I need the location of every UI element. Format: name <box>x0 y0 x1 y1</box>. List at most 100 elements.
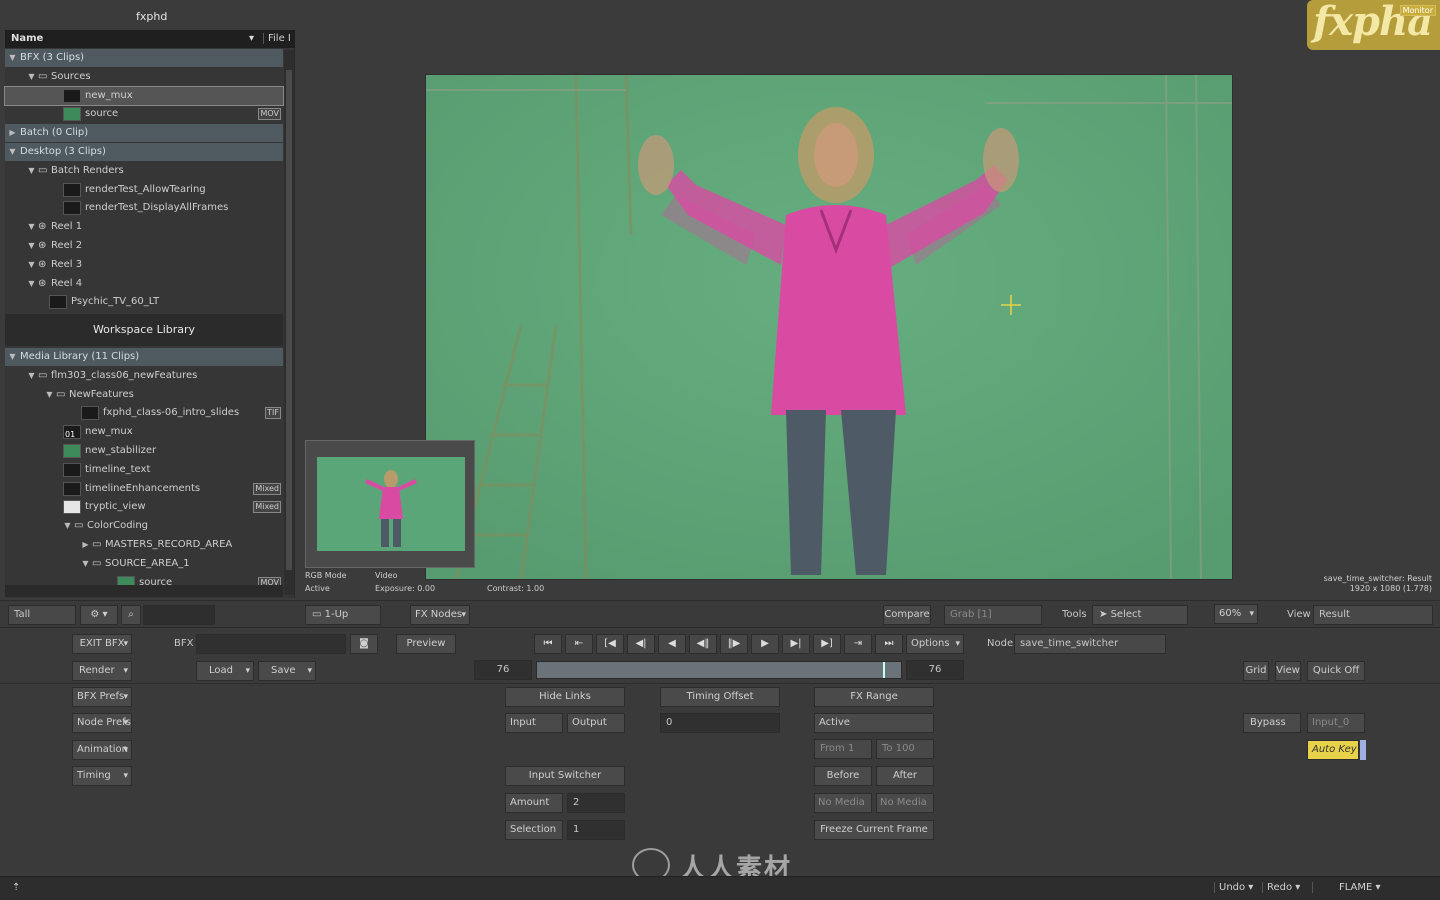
disclosure-triangle-icon[interactable]: ▼ <box>8 348 17 366</box>
disclosure-triangle-icon[interactable]: ▼ <box>45 386 54 404</box>
go-to-start-icon[interactable]: ⏮ <box>534 634 562 654</box>
library-clip-row[interactable]: Psychic_TV_60_LT <box>5 293 283 311</box>
library-folder-row[interactable]: ▼ ▭ Sources <box>5 68 283 86</box>
gear-icon[interactable]: ⚙ ▾ <box>80 605 118 625</box>
preview-button[interactable]: Preview <box>396 634 456 654</box>
play-reverse-icon[interactable]: ◀ <box>658 634 686 654</box>
library-group-row[interactable]: ▼ BFX (3 Clips) <box>5 49 283 67</box>
view-button[interactable]: View <box>1275 661 1301 681</box>
fx-nodes-button[interactable]: FX Nodes <box>410 605 470 625</box>
bfx-prefs-button[interactable]: BFX Prefs <box>72 687 132 707</box>
undo-button[interactable]: Undo ▾ <box>1214 882 1253 893</box>
before-button[interactable]: Before <box>814 766 872 786</box>
prev-keyframe-icon[interactable]: ⇤ <box>565 634 593 654</box>
fx-range-to-field[interactable]: To 100 <box>876 739 934 759</box>
disclosure-triangle-icon[interactable]: ▼ <box>27 367 36 385</box>
disclosure-triangle-icon[interactable]: ▼ <box>8 49 17 67</box>
camera-icon[interactable]: ◙ <box>350 634 378 654</box>
library-folder-row[interactable]: ▼ ▭ NewFeatures <box>5 386 283 404</box>
library-clip-row[interactable]: source MOV <box>5 105 283 123</box>
node-name-field[interactable]: save_time_switcher <box>1014 634 1166 654</box>
step-forward-icon[interactable]: ‖▶ <box>720 634 748 654</box>
library-clip-row[interactable]: timelineEnhancements Mixed <box>5 480 283 498</box>
chevron-down-icon[interactable]: ▾ <box>249 33 254 44</box>
step-back-mark-icon[interactable]: ◀| <box>627 634 655 654</box>
library-folder-row[interactable]: ▶ ▭ MASTERS_RECORD_AREA <box>5 536 283 554</box>
start-frame-field[interactable]: 76 <box>474 660 532 680</box>
playhead[interactable] <box>883 662 885 678</box>
library-group-row[interactable]: ▼ Media Library (11 Clips) <box>5 348 283 366</box>
load-button[interactable]: Load <box>196 661 254 681</box>
grid-button[interactable]: Grid <box>1243 661 1269 681</box>
fx-range-active-select[interactable]: Active <box>814 713 934 733</box>
before-media-button[interactable]: No Media <box>814 793 872 813</box>
play-icon[interactable]: ▶ <box>751 634 779 654</box>
library-clip-row[interactable]: renderTest_DisplayAllFrames <box>5 199 283 217</box>
library-folder-row[interactable]: ▼ ▭ SOURCE_AREA_1 <box>5 555 283 573</box>
library-folder-row[interactable]: ▼ ▭ flm303_class06_newFeatures <box>5 367 283 385</box>
timeline-scrubber[interactable] <box>536 661 902 679</box>
library-folder-row[interactable]: ▼ ⊛ Reel 1 <box>5 218 283 236</box>
library-clip-row[interactable]: fxphd_class-06_intro_slides TIF <box>5 404 283 422</box>
selection-field[interactable]: 1 <box>567 820 625 840</box>
disclosure-triangle-icon[interactable]: ▼ <box>27 237 36 255</box>
bypass-button[interactable]: Bypass <box>1243 713 1301 733</box>
disclosure-triangle-icon[interactable]: ▶ <box>81 536 90 554</box>
end-frame-field[interactable]: 76 <box>906 660 964 680</box>
column-header-name[interactable]: Name <box>11 33 43 44</box>
disclosure-triangle-icon[interactable]: ▼ <box>8 143 17 161</box>
library-folder-row[interactable]: ▼ ⊛ Reel 3 <box>5 256 283 274</box>
fx-range-from-field[interactable]: From 1 <box>814 739 872 759</box>
quick-off-button[interactable]: Quick Off <box>1307 661 1365 681</box>
amount-field[interactable]: 2 <box>567 793 625 813</box>
layout-select[interactable]: Tall <box>8 605 76 625</box>
flame-menu-button[interactable]: FLAME ▾ <box>1312 882 1381 893</box>
menu-arrow-icon[interactable]: ⇡ <box>12 882 20 893</box>
auto-key-button[interactable]: Auto Key <box>1307 740 1359 760</box>
hide-links-button[interactable]: Hide Links <box>505 687 625 707</box>
disclosure-triangle-icon[interactable]: ▶ <box>8 124 17 142</box>
disclosure-triangle-icon[interactable]: ▼ <box>63 517 72 535</box>
search-icon[interactable]: ⌕ <box>121 605 141 625</box>
library-clip-row[interactable]: new_mux <box>4 85 284 106</box>
disclosure-triangle-icon[interactable]: ▼ <box>27 68 36 86</box>
zoom-select[interactable]: 60% <box>1214 604 1258 624</box>
timing-button[interactable]: Timing <box>72 766 132 786</box>
library-hscrollbar[interactable] <box>5 585 283 597</box>
disclosure-triangle-icon[interactable]: ▼ <box>27 275 36 293</box>
render-button[interactable]: Render <box>72 661 132 681</box>
freeze-current-frame-button[interactable]: Freeze Current Frame <box>814 820 934 840</box>
node-prefs-button[interactable]: Node Prefs <box>72 713 132 733</box>
result-thumbnail[interactable] <box>305 440 475 568</box>
next-edit-icon[interactable]: ▶] <box>813 634 841 654</box>
disclosure-triangle-icon[interactable]: ▼ <box>27 218 36 236</box>
go-to-end-icon[interactable]: ⏭ <box>875 634 903 654</box>
input-button[interactable]: Input <box>505 713 563 733</box>
library-clip-row[interactable]: new_mux 01 <box>5 423 283 441</box>
view-mode-select[interactable]: ▭ 1-Up <box>305 605 381 625</box>
next-keyframe-icon[interactable]: ⇥ <box>844 634 872 654</box>
select-tool-button[interactable]: ➤ Select <box>1092 605 1188 625</box>
redo-button[interactable]: Redo ▾ <box>1262 882 1300 893</box>
next-mark-icon[interactable]: ▶| <box>782 634 810 654</box>
save-button[interactable]: Save <box>258 661 316 681</box>
scrollbar-thumb[interactable] <box>286 70 292 570</box>
view-select[interactable]: Result <box>1313 605 1433 625</box>
library-clip-row[interactable]: new_stabilizer <box>5 442 283 460</box>
library-folder-row[interactable]: ▼ ▭ ColorCoding <box>5 517 283 535</box>
workspace-library-button[interactable]: Workspace Library <box>5 314 283 346</box>
after-button[interactable]: After <box>876 766 934 786</box>
library-folder-row[interactable]: ▼ ▭ Batch Renders <box>5 162 283 180</box>
step-back-icon[interactable]: ◀‖ <box>689 634 717 654</box>
disclosure-triangle-icon[interactable]: ▼ <box>27 256 36 274</box>
bfx-name-input[interactable] <box>196 634 346 654</box>
grab-field[interactable]: Grab [1] <box>944 605 1042 625</box>
library-clip-row[interactable]: tryptic_view Mixed <box>5 498 283 516</box>
output-button[interactable]: Output <box>567 713 625 733</box>
prev-edit-icon[interactable]: [◀ <box>596 634 624 654</box>
library-group-row[interactable]: ▶ Batch (0 Clip) <box>5 124 283 143</box>
library-scrollbar[interactable] <box>284 50 294 595</box>
library-folder-row[interactable]: ▼ ⊛ Reel 2 <box>5 237 283 255</box>
library-clip-row[interactable]: renderTest_AllowTearing <box>5 181 283 199</box>
animation-button[interactable]: Animation <box>72 740 132 760</box>
